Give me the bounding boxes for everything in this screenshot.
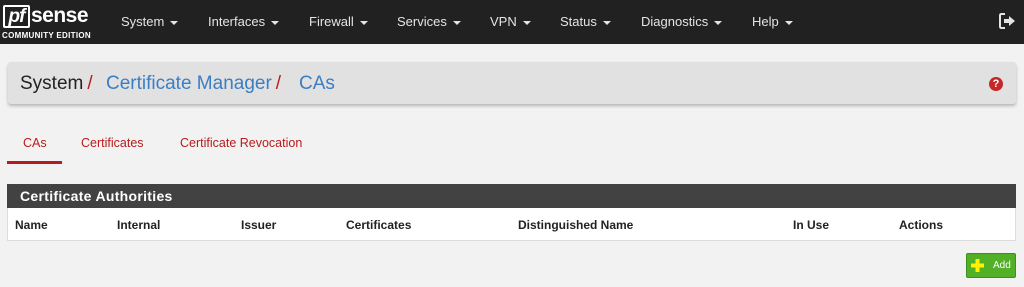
logo-wordmark: sense xyxy=(31,4,89,27)
caret-down-icon xyxy=(271,20,280,25)
logo-edition-label: COMMUNITY EDITION xyxy=(2,31,91,40)
caret-down-icon xyxy=(359,20,368,25)
nav-menu-label: System xyxy=(121,14,165,29)
tab-cas[interactable]: CAs xyxy=(23,136,47,150)
nav-menu-help[interactable]: Help xyxy=(752,13,793,31)
caret-down-icon xyxy=(170,20,179,25)
breadcrumb-cas-link[interactable]: CAs xyxy=(299,73,335,94)
caret-down-icon xyxy=(452,20,461,25)
caret-down-icon xyxy=(784,20,793,25)
panel-title: Certificate Authorities xyxy=(7,184,1016,208)
nav-menu-label: Interfaces xyxy=(208,14,266,29)
nav-menu-label: Help xyxy=(752,14,779,29)
breadcrumb-level3: CAs xyxy=(299,73,335,95)
certificate-authorities-panel: Certificate Authorities Name Internal Is… xyxy=(7,184,1016,241)
breadcrumb-system: System xyxy=(20,73,84,94)
nav-menu-label: Services xyxy=(397,14,447,29)
logout-icon[interactable] xyxy=(999,13,1016,29)
nav-menu-diagnostics[interactable]: Diagnostics xyxy=(641,13,723,31)
logo-pf-mark: pf xyxy=(3,5,30,28)
tab-certificate-revocation[interactable]: Certificate Revocation xyxy=(180,136,302,150)
nav-menu-system[interactable]: System xyxy=(121,13,179,31)
nav-menu-status[interactable]: Status xyxy=(560,13,611,31)
tab-certificates[interactable]: Certificates xyxy=(81,136,144,150)
plus-icon xyxy=(971,259,984,272)
active-tab-indicator xyxy=(7,161,62,164)
add-ca-button[interactable]: Add xyxy=(966,253,1016,278)
breadcrumb: System / Certificate Manager / CAs ? xyxy=(8,62,1016,104)
nav-menu-label: Status xyxy=(560,14,597,29)
nav-menu-label: VPN xyxy=(490,14,517,29)
ca-table: Name Internal Issuer Certificates Distin… xyxy=(7,208,1016,241)
column-header-actions: Actions xyxy=(899,218,944,232)
nav-menu-services[interactable]: Services xyxy=(397,13,461,31)
pfsense-logo[interactable]: pf sense COMMUNITY EDITION xyxy=(0,0,100,44)
nav-menu-label: Diagnostics xyxy=(641,14,709,29)
breadcrumb-root: System / xyxy=(20,73,93,95)
breadcrumb-certificate-manager-link[interactable]: Certificate Manager xyxy=(106,73,272,94)
breadcrumb-separator: / xyxy=(87,73,93,94)
nav-menu-label: Firewall xyxy=(309,14,354,29)
column-header-internal: Internal xyxy=(117,218,161,232)
column-header-in-use: In Use xyxy=(793,218,830,232)
column-header-issuer: Issuer xyxy=(241,218,277,232)
nav-menu-firewall[interactable]: Firewall xyxy=(309,13,368,31)
add-button-label: Add xyxy=(993,260,1011,271)
nav-menu-vpn[interactable]: VPN xyxy=(490,13,531,31)
nav-menu-interfaces[interactable]: Interfaces xyxy=(208,13,280,31)
breadcrumb-separator: / xyxy=(275,73,282,94)
caret-down-icon xyxy=(522,20,531,25)
column-header-certificates: Certificates xyxy=(346,218,412,232)
caret-down-icon xyxy=(602,20,611,25)
help-icon[interactable]: ? xyxy=(989,77,1003,91)
caret-down-icon xyxy=(714,20,723,25)
breadcrumb-level2: Certificate Manager / xyxy=(106,73,281,95)
column-header-distinguished-name: Distinguished Name xyxy=(518,218,634,232)
column-header-name: Name xyxy=(15,218,48,232)
top-navbar: pf sense COMMUNITY EDITION System Interf… xyxy=(0,0,1024,44)
